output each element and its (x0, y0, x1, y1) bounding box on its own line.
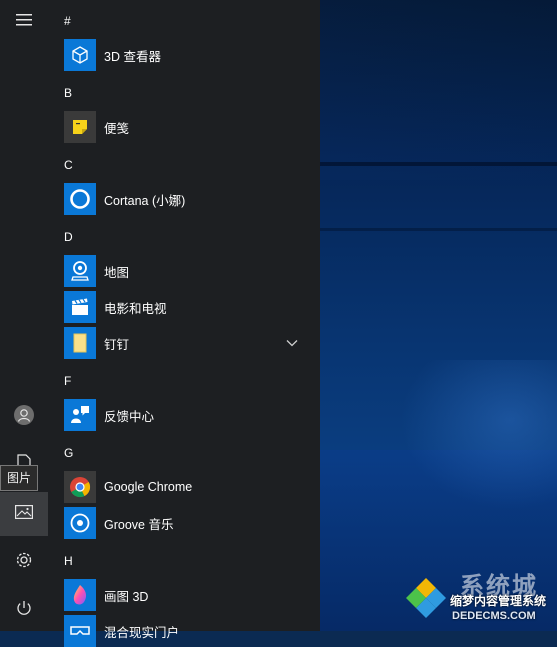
power-icon (16, 600, 32, 621)
app-label: 3D 查看器 (104, 49, 161, 64)
3d-viewer-icon (64, 39, 96, 71)
app-label: 地图 (104, 265, 130, 280)
app-feedback-hub[interactable]: 反馈中心 (64, 399, 312, 431)
app-sticky-notes[interactable]: 便笺 (64, 111, 312, 143)
groove-music-icon (64, 507, 96, 539)
app-label: 电影和电视 (104, 301, 167, 316)
pictures-button[interactable] (0, 492, 48, 536)
wallpaper-glow (400, 360, 557, 510)
app-label: 混合现实门户 (104, 625, 180, 640)
app-paint-3d[interactable]: 画图 3D (64, 579, 312, 611)
power-button[interactable] (0, 588, 48, 632)
app-label: 反馈中心 (104, 409, 155, 424)
chrome-icon (64, 471, 96, 503)
app-label: 便笺 (104, 121, 130, 136)
cortana-icon (64, 183, 96, 215)
hamburger-menu-button[interactable] (0, 0, 48, 44)
app-label: 钉钉 (104, 337, 130, 352)
start-menu: 图片 # 3D 查看器 B 便笺 C Cortana (小娜) D 地图 电影和… (0, 0, 320, 647)
app-label: Google Chrome (104, 480, 193, 494)
mixed-reality-icon (64, 615, 96, 647)
group-header-hash[interactable]: # (64, 11, 71, 31)
group-header-g[interactable]: G (64, 443, 73, 463)
pictures-tooltip: 图片 (0, 465, 39, 491)
app-label: Cortana (小娜) (104, 193, 186, 208)
app-label: 画图 3D (104, 589, 149, 604)
sticky-notes-icon (64, 111, 96, 143)
folder-icon (64, 327, 96, 359)
paint-3d-icon (64, 579, 96, 611)
site-watermark: 系统城 缩梦内容管理系统 DEDECMS.COM (400, 570, 557, 631)
wallpaper-pane-line (318, 162, 557, 166)
watermark-line2: DEDECMS.COM (452, 610, 536, 622)
group-header-d[interactable]: D (64, 227, 73, 247)
settings-button[interactable] (0, 540, 48, 584)
gear-icon (15, 551, 33, 574)
user-account-button[interactable] (0, 395, 48, 439)
pictures-icon (15, 504, 33, 524)
app-dingtalk-folder[interactable]: 钉钉 (64, 327, 312, 359)
app-groove-music[interactable]: Groove 音乐 (64, 507, 312, 539)
hamburger-menu-icon (16, 13, 32, 32)
user-avatar-icon (14, 404, 34, 430)
feedback-hub-icon (64, 399, 96, 431)
watermark-logo-icon (406, 578, 446, 618)
group-header-c[interactable]: C (64, 155, 73, 175)
chevron-down-icon[interactable] (284, 335, 300, 351)
start-rail: 图片 (0, 0, 48, 631)
app-cortana[interactable]: Cortana (小娜) (64, 183, 312, 215)
group-header-b[interactable]: B (64, 83, 72, 103)
group-header-f[interactable]: F (64, 371, 71, 391)
movies-tv-icon (64, 291, 96, 323)
app-movies-tv[interactable]: 电影和电视 (64, 291, 312, 323)
app-3d-viewer[interactable]: 3D 查看器 (64, 39, 312, 71)
app-google-chrome[interactable]: Google Chrome (64, 471, 312, 503)
app-mixed-reality-portal[interactable]: 混合现实门户 (64, 615, 312, 647)
app-label: Groove 音乐 (104, 517, 174, 532)
group-header-h[interactable]: H (64, 551, 73, 571)
app-list[interactable]: # 3D 查看器 B 便笺 C Cortana (小娜) D 地图 电影和电视 … (48, 0, 320, 647)
app-maps[interactable]: 地图 (64, 255, 312, 287)
watermark-line1: 缩梦内容管理系统 (450, 594, 547, 608)
wallpaper-beam (318, 0, 557, 180)
maps-icon (64, 255, 96, 287)
wallpaper-pane-line (318, 228, 557, 231)
